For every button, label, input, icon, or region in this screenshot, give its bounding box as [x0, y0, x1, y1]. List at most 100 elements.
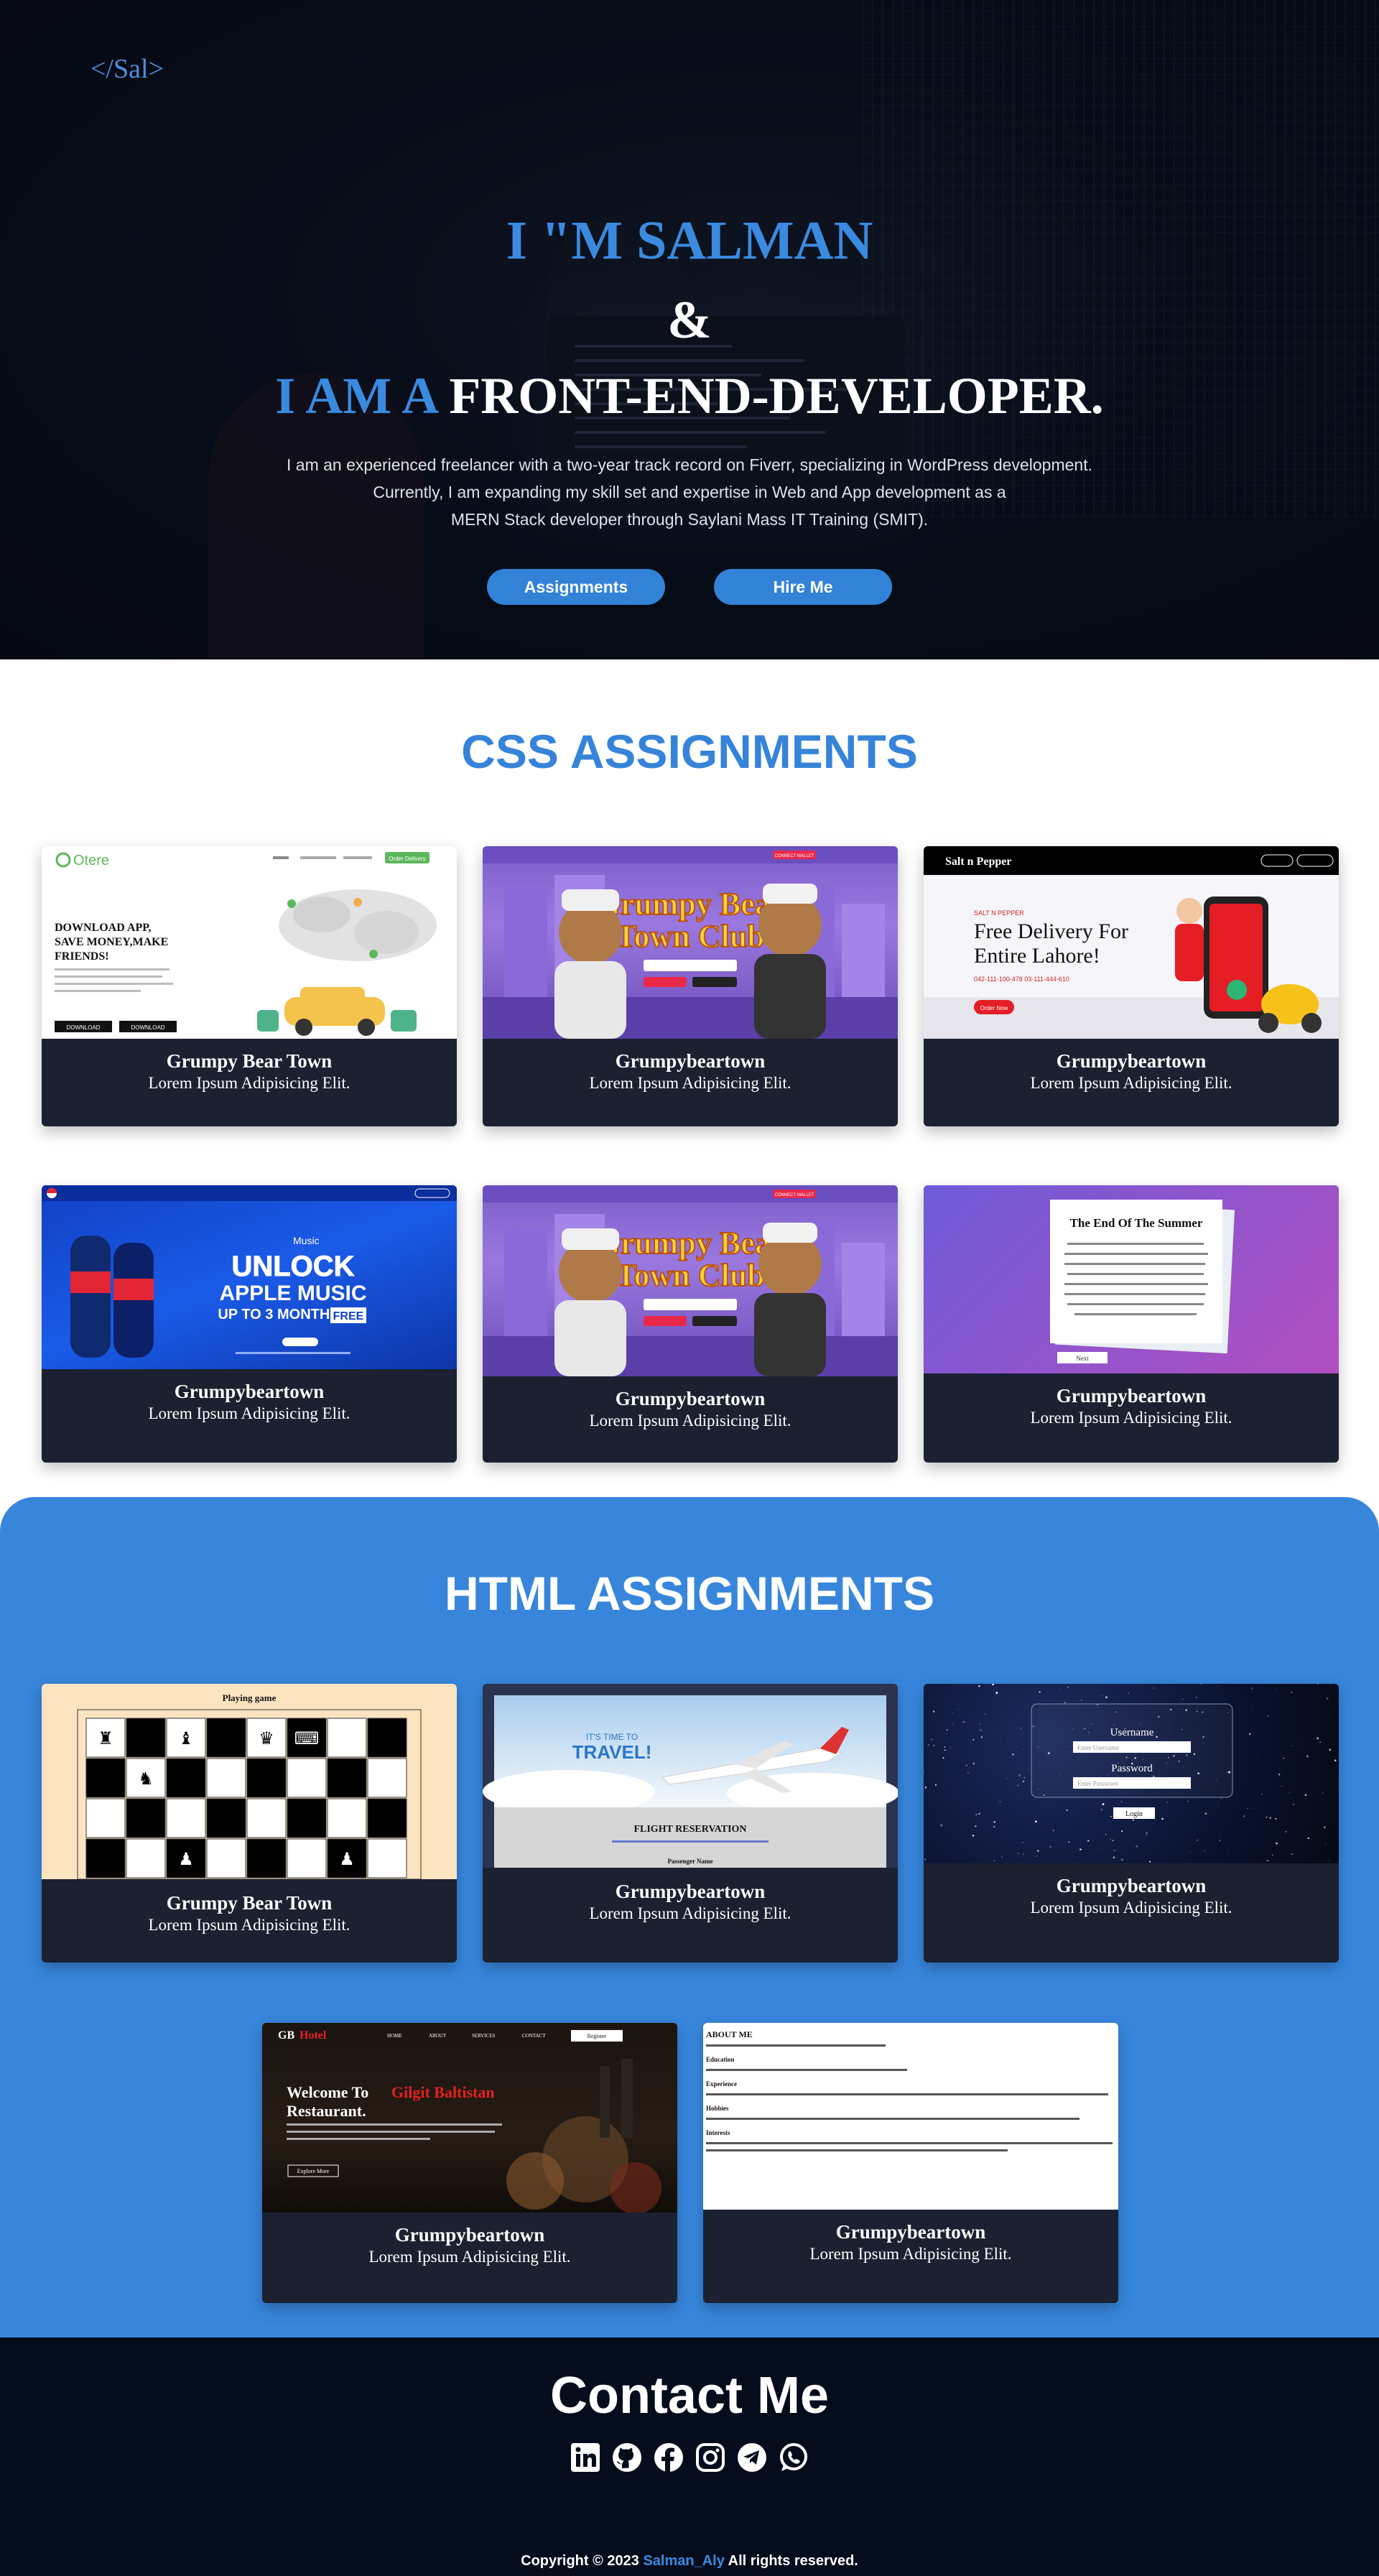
card-thumbnail-otere: Otere Order Delivery DOWNLOAD APP, SAVE …	[42, 846, 457, 1039]
star	[978, 1685, 980, 1687]
linkedin-icon[interactable]	[569, 2441, 602, 2474]
card-subtitle: Lorem Ipsum Adipisicing Elit.	[148, 1074, 350, 1092]
card-subtitle: Lorem Ipsum Adipisicing Elit.	[1030, 1074, 1232, 1092]
star	[1023, 1776, 1026, 1779]
card-subtitle: Lorem Ipsum Adipisicing Elit.	[368, 2248, 571, 2266]
card-caption: Grumpybeartown Lorem Ipsum Adipisicing E…	[483, 1388, 898, 1430]
chess-square	[85, 1798, 126, 1838]
star	[1215, 1686, 1217, 1687]
star	[1260, 1793, 1263, 1795]
login-button-label: Login	[1125, 1810, 1143, 1818]
otere-headline: DOWNLOAD APP,	[55, 922, 152, 934]
star	[1276, 1689, 1277, 1690]
chess-square	[246, 1798, 287, 1838]
css-card[interactable]: The End Of The Summer Next Grumpybeartow…	[924, 1185, 1339, 1463]
star	[1080, 1699, 1082, 1701]
facebook-icon[interactable]	[652, 2441, 685, 2474]
star	[1294, 1785, 1296, 1787]
star	[1251, 1687, 1253, 1689]
star	[1269, 1817, 1271, 1819]
html-card[interactable]: IT'S TIME TO TRAVEL! FLIGHT RESERVATION …	[483, 1684, 898, 1963]
page: </Sal> I "M SALMAN & I AM A FRONT-END-DE…	[0, 0, 1379, 2576]
telegram-icon[interactable]	[735, 2441, 769, 2474]
contact-title: Contact Me	[549, 2367, 830, 2424]
css-card[interactable]: Music UNLOCK APPLE MUSIC UP TO 3 MONTHS …	[42, 1185, 457, 1463]
hotel-brand-accent: Hotel	[300, 2029, 327, 2042]
chess-square	[166, 1758, 206, 1798]
card-title: Grumpybeartown	[1056, 1875, 1207, 1896]
star	[1190, 1852, 1192, 1853]
chess-square	[206, 1838, 246, 1878]
star	[1034, 1855, 1035, 1856]
github-icon[interactable]	[610, 2441, 644, 2474]
assignments-button[interactable]: Assignments	[487, 569, 665, 605]
bear-title: Grumpy Bear	[596, 886, 785, 922]
css-card[interactable]: Salt n Pepper SALT N PEPPER Free Deliver…	[924, 846, 1339, 1126]
card-subtitle: Lorem Ipsum Adipisicing Elit.	[589, 1074, 791, 1092]
html-card[interactable]: GB Hotel HOME ABOUT SERVICES CONTACT Reg…	[262, 2023, 677, 2303]
bear-title: Town Club	[616, 919, 765, 954]
star	[1113, 1850, 1115, 1852]
login-password-label: Password	[1111, 1763, 1153, 1774]
star	[1194, 1685, 1196, 1686]
bear-title: Town Club	[616, 1258, 765, 1293]
card-caption: Grumpybeartown Lorem Ipsum Adipisicing E…	[703, 2221, 1118, 2264]
star	[1087, 1840, 1090, 1842]
chess-square	[327, 1798, 367, 1838]
star	[1026, 1770, 1027, 1771]
otere-headline: FRIENDS!	[55, 950, 109, 963]
star	[1181, 1698, 1184, 1700]
star	[1112, 1840, 1114, 1842]
star	[1317, 1684, 1319, 1685]
summer-title: The End Of The Summer	[1070, 1216, 1203, 1230]
login-username-label: Username	[1110, 1727, 1154, 1738]
whatsapp-icon[interactable]	[777, 2441, 810, 2474]
star	[975, 1813, 978, 1816]
star	[1220, 1798, 1222, 1799]
star	[993, 1821, 996, 1823]
card-thumbnail-flight: IT'S TIME TO TRAVEL! FLIGHT RESERVATION …	[483, 1684, 898, 1868]
star	[1079, 1848, 1082, 1850]
star	[1291, 1853, 1293, 1855]
card-title: Grumpybeartown	[394, 2224, 545, 2246]
html-card[interactable]: Playing game ♜ ♝ ♛ ⌨ ♞ ♟ ♟ Grumpy Bear Town Lo…	[42, 1684, 457, 1963]
instagram-icon[interactable]	[694, 2441, 727, 2474]
hotel-nav-item: SERVICES	[472, 2033, 496, 2039]
card-subtitle: Lorem Ipsum Adipisicing Elit.	[148, 1916, 350, 1934]
css-card[interactable]: CONNECT WALLET Grumpy Bear Town Club Gru…	[483, 846, 898, 1126]
card-thumbnail-login: Username Enter Username Password Enter P…	[924, 1684, 1339, 1863]
card-title: Grumpybeartown	[1056, 1050, 1207, 1072]
star	[1000, 1738, 1002, 1739]
star	[979, 1723, 981, 1725]
footer-brand-link[interactable]: Salman_Aly	[643, 2553, 724, 2569]
star	[1291, 1691, 1293, 1693]
css-card[interactable]: Otere Order Delivery DOWNLOAD APP, SAVE …	[42, 846, 457, 1126]
html-card[interactable]: ABOUT ME Education Experience Hobbies In…	[703, 2023, 1118, 2303]
hotel-welcome-accent: Gilgit Baltistan	[391, 2083, 495, 2101]
star	[1251, 1708, 1253, 1709]
css-card[interactable]: CONNECT WALLET Grumpy Bear Town Club Gru…	[483, 1185, 898, 1463]
footer-suffix: All rights reserved.	[724, 2553, 858, 2569]
star	[1110, 1838, 1111, 1840]
chess-square	[85, 1758, 126, 1798]
hero-section: </Sal> I "M SALMAN & I AM A FRONT-END-DE…	[0, 0, 1379, 659]
hero-intro-line: I am an experienced freelancer with a tw…	[287, 455, 1092, 474]
hero-heading-ampersand: &	[667, 291, 712, 350]
salt-headline: Entire Lahore!	[974, 944, 1100, 968]
salt-brand: Salt n Pepper	[945, 856, 1011, 868]
bear-connect: CONNECT WALLET	[774, 854, 814, 858]
about-education: Education	[706, 2056, 735, 2063]
html-card[interactable]: Username Enter Username Password Enter P…	[924, 1684, 1339, 1963]
card-title: Grumpybeartown	[615, 1881, 766, 1902]
html-assignments-title: HTML ASSIGNMENTS	[444, 1567, 934, 1620]
card-thumbnail-salt-pepper: Salt n Pepper SALT N PEPPER Free Deliver…	[924, 846, 1339, 1039]
hire-me-button[interactable]: Hire Me	[714, 569, 892, 605]
card-title: Grumpy Bear Town	[166, 1050, 333, 1072]
star	[995, 1692, 998, 1694]
star	[1060, 1688, 1062, 1690]
star	[932, 1710, 935, 1713]
star	[1304, 1794, 1307, 1797]
chess-square	[85, 1838, 126, 1878]
site-logo[interactable]: </Sal>	[90, 53, 164, 85]
star	[1327, 1715, 1329, 1716]
